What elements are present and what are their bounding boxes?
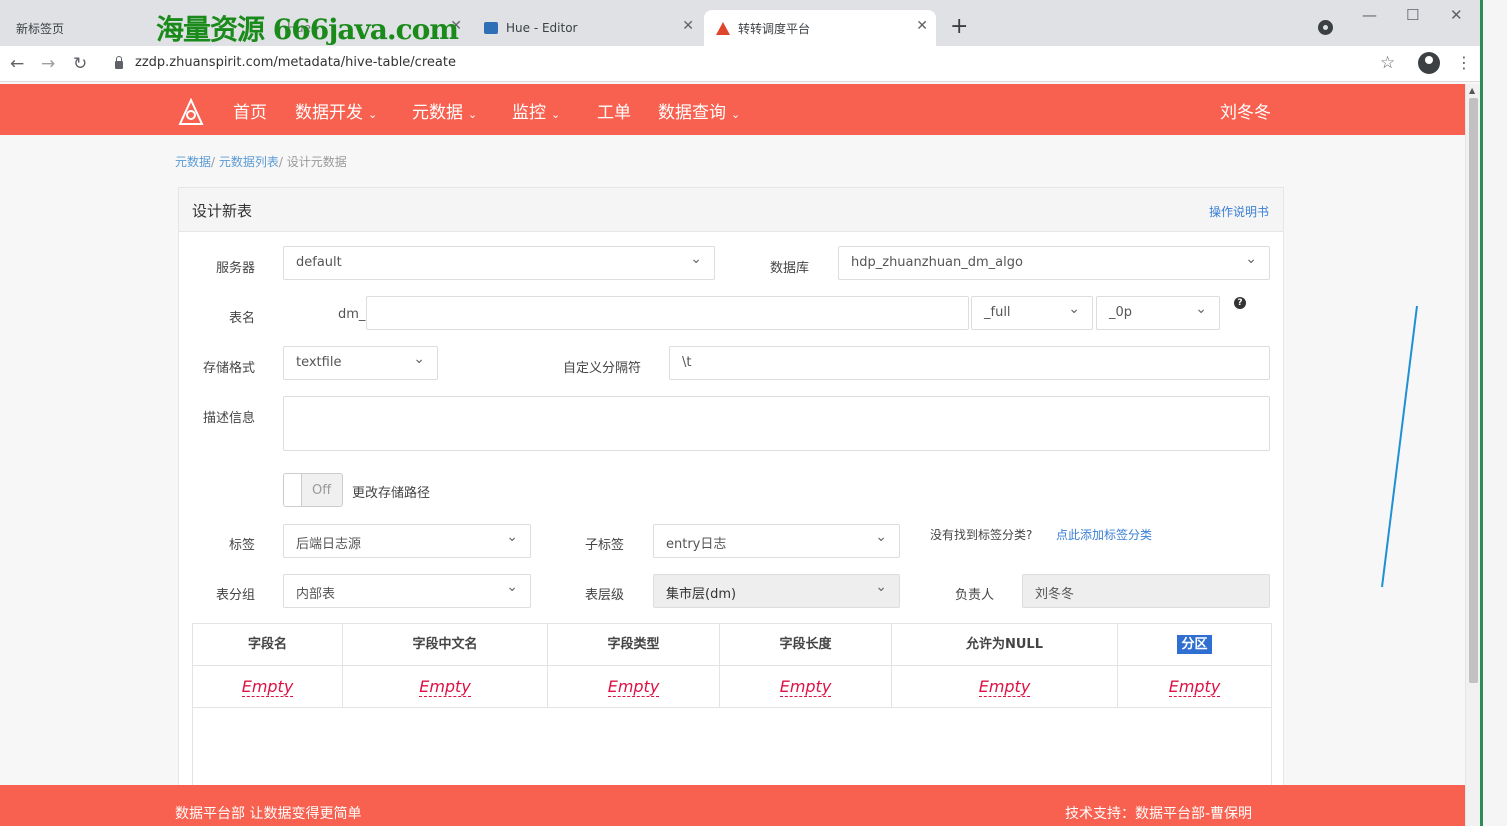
- window-edge: [1480, 0, 1507, 826]
- annotation-pen-stroke: [1381, 305, 1418, 588]
- browser-window: 新标签页 Hue - ✕ Hue - Editor ✕ 转转调度平台 ✕ 海量资…: [0, 0, 1480, 826]
